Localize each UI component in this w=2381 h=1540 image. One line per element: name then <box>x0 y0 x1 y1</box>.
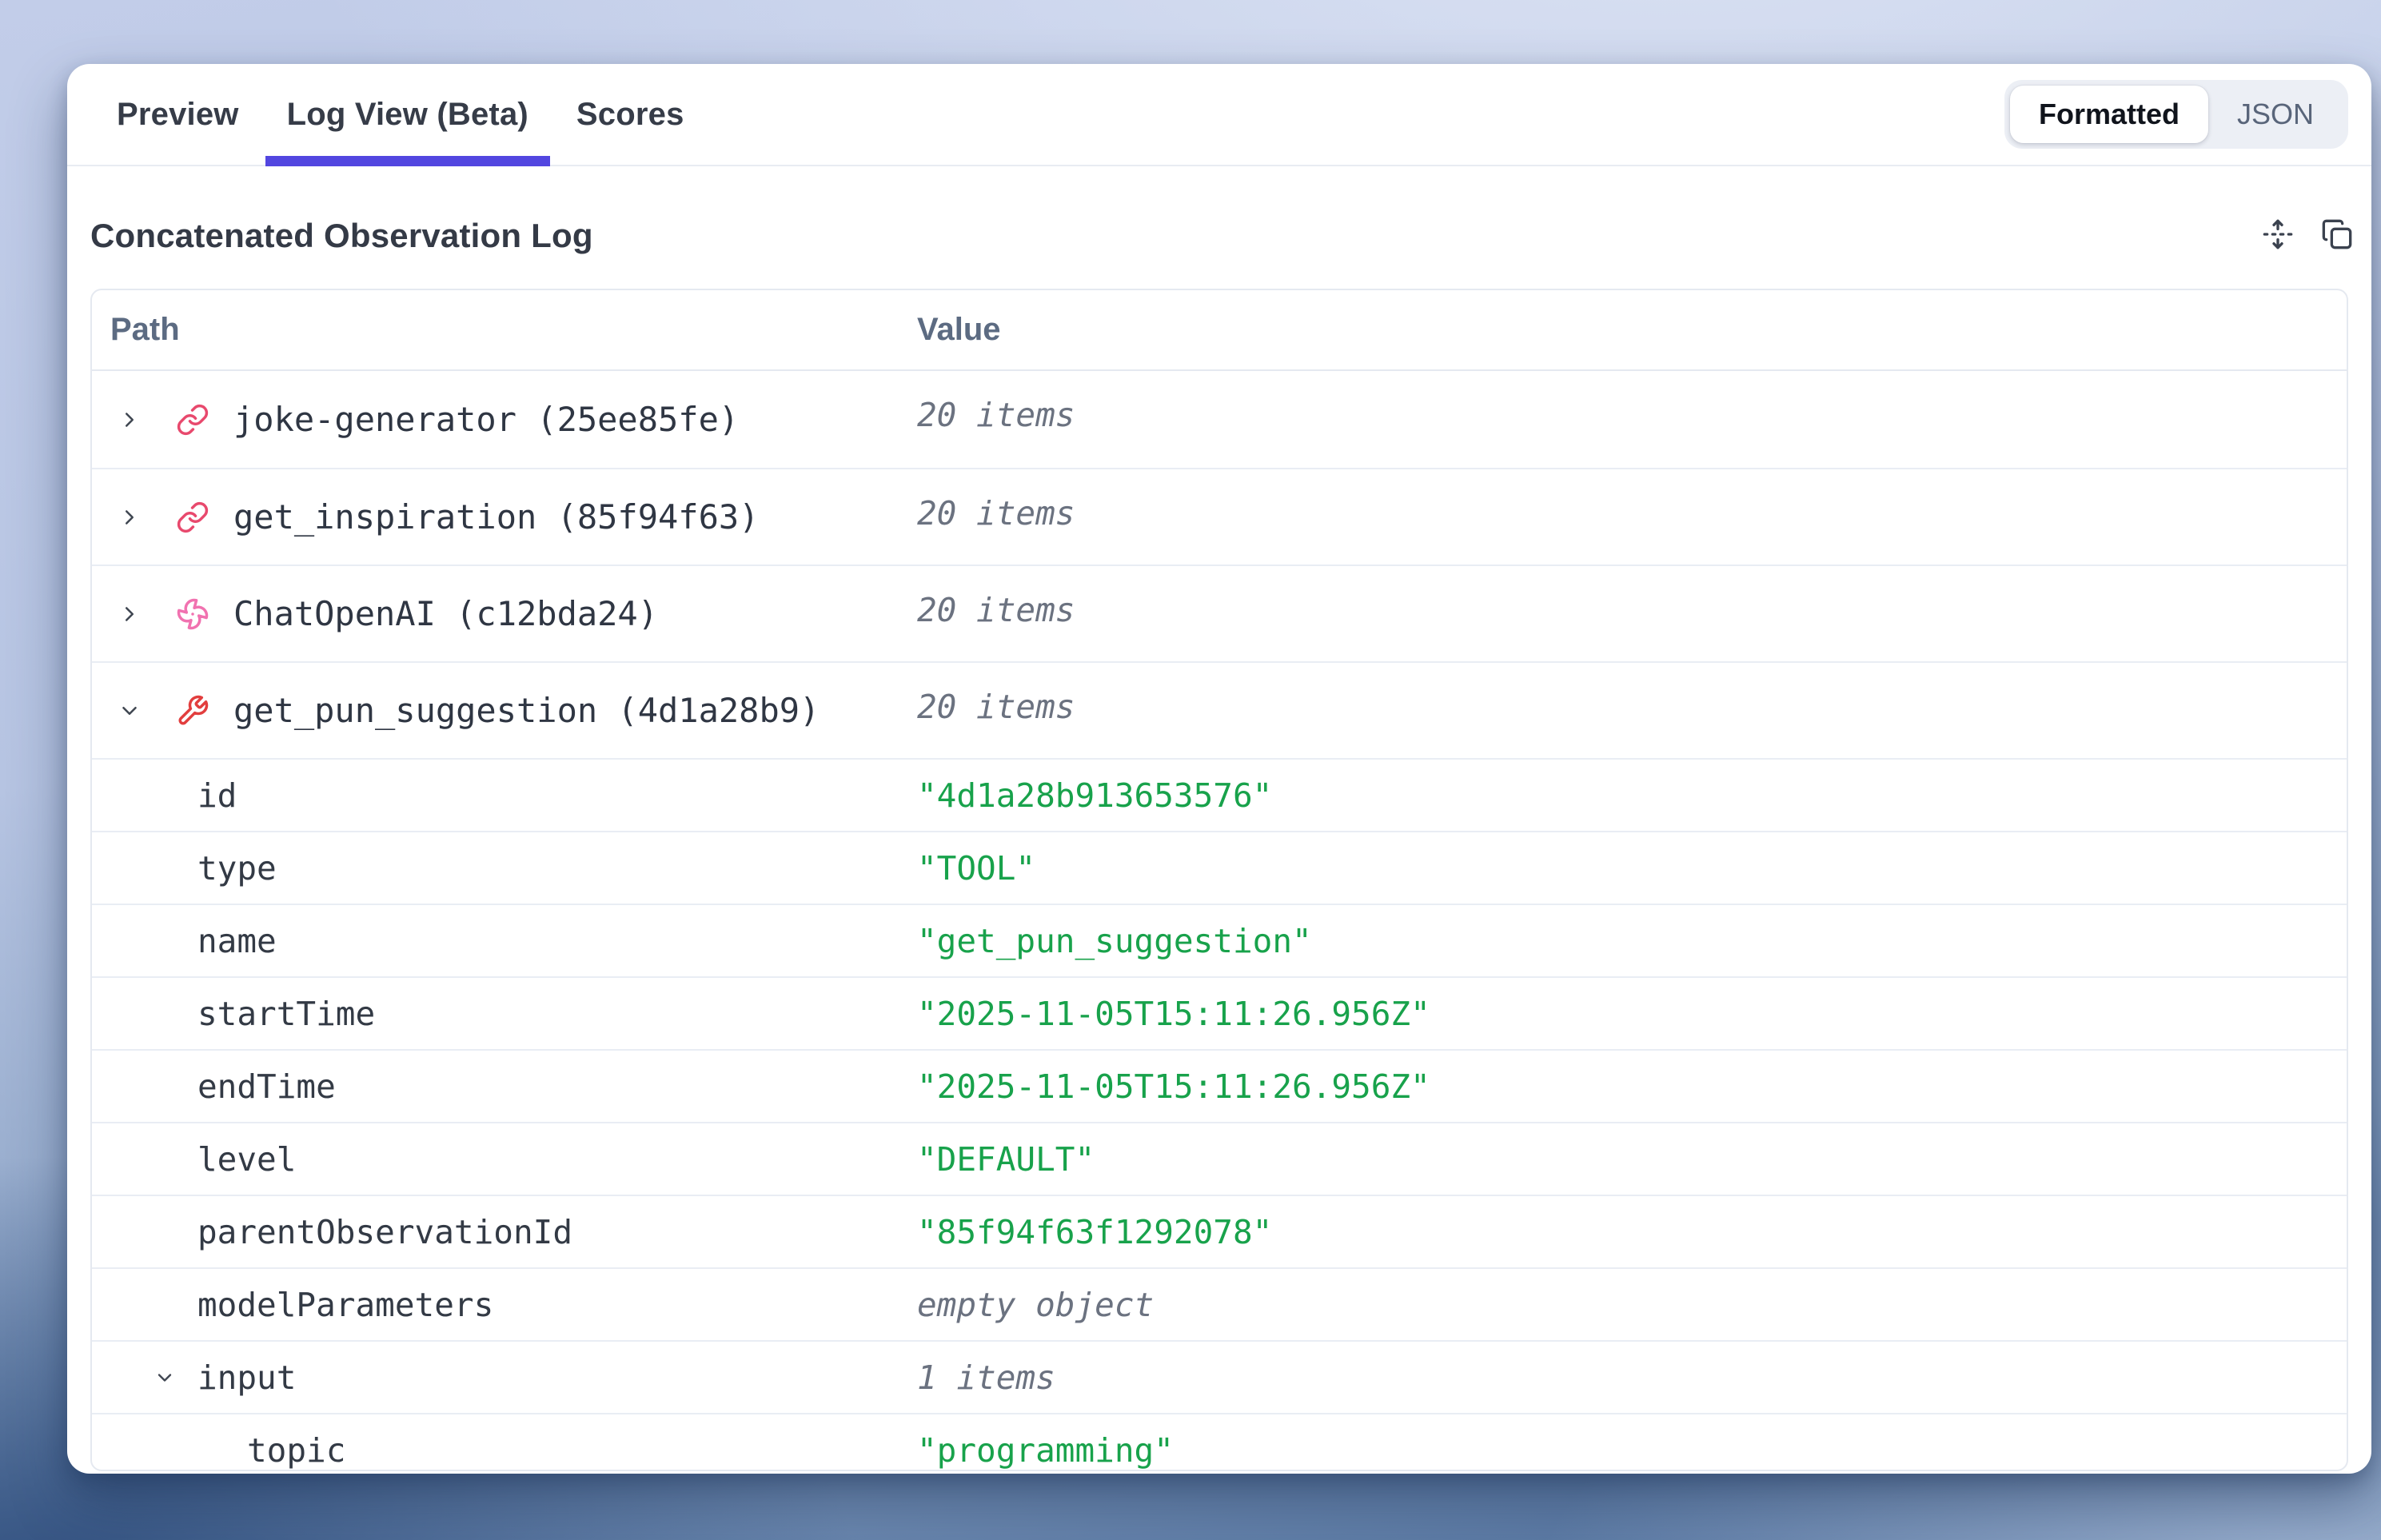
chevron-right-icon[interactable] <box>118 505 142 529</box>
value-cell: 20 items <box>917 469 2347 533</box>
log-table: Path Value joke-generator (25ee85fe) 20 i… <box>90 289 2348 1471</box>
path-cell: get_pun_suggestion (4d1a28b9) <box>92 663 917 758</box>
table-row[interactable]: get_pun_suggestion (4d1a28b9) 20 items <box>92 661 2347 758</box>
value-cell: "2025-11-05T15:11:26.956Z" <box>917 1067 2347 1107</box>
column-header-path: Path <box>92 312 917 348</box>
value-cell: empty object <box>917 1285 2347 1325</box>
path-cell: type <box>92 849 917 888</box>
path-cell: modelParameters <box>92 1286 917 1324</box>
tab-bar: Preview Log View (Beta) Scores Formatted… <box>67 64 2371 166</box>
value-cell: "programming" <box>917 1430 2347 1470</box>
page-title: Concatenated Observation Log <box>90 217 593 255</box>
tab-log-view[interactable]: Log View (Beta) <box>265 64 550 165</box>
table-row: id "4d1a28b913653576" <box>92 758 2347 831</box>
column-header-value: Value <box>917 312 2347 348</box>
head-actions <box>2260 218 2355 253</box>
chevron-down-icon[interactable] <box>118 699 142 723</box>
row-label: input <box>197 1358 296 1397</box>
path-cell: endTime <box>92 1067 917 1106</box>
table-body: joke-generator (25ee85fe)20 itemsget_ins… <box>92 371 2347 1471</box>
row-label: joke-generator (25ee85fe) <box>233 400 739 439</box>
link-icon <box>176 403 209 437</box>
table-row[interactable]: get_inspiration (85f94f63) 20 items <box>92 468 2347 565</box>
value-cell: 20 items <box>917 566 2347 630</box>
value-cell: "2025-11-05T15:11:26.956Z" <box>917 994 2347 1034</box>
table-row: startTime "2025-11-05T15:11:26.956Z" <box>92 976 2347 1049</box>
value-cell: 1 items <box>917 1358 2347 1398</box>
path-cell: startTime <box>92 995 917 1033</box>
fan-icon <box>176 597 209 631</box>
link-icon <box>176 501 209 534</box>
path-cell: parentObservationId <box>92 1213 917 1251</box>
row-label: endTime <box>197 1067 336 1106</box>
unfold-vertical-icon <box>2262 218 2294 254</box>
table-header: Path Value <box>92 290 2347 371</box>
value-cell: "DEFAULT" <box>917 1139 2347 1179</box>
row-label: name <box>197 922 277 960</box>
tabs: Preview Log View (Beta) Scores <box>95 64 706 165</box>
row-label: modelParameters <box>197 1286 493 1324</box>
table-row[interactable]: joke-generator (25ee85fe) 20 items <box>92 371 2347 468</box>
table-row: parentObservationId "85f94f63f1292078" <box>92 1195 2347 1267</box>
copy-icon <box>2321 218 2353 254</box>
value-cell: "4d1a28b913653576" <box>917 776 2347 816</box>
tab-preview[interactable]: Preview <box>95 64 261 165</box>
table-row: level "DEFAULT" <box>92 1122 2347 1195</box>
row-label: topic <box>247 1431 345 1470</box>
section-head: Concatenated Observation Log <box>90 211 2348 261</box>
desktop-background: { "tabs": [ { "label": "Preview", "activ… <box>0 0 2381 1540</box>
format-option-formatted[interactable]: Formatted <box>2010 86 2208 143</box>
table-row: topic "programming" <box>92 1413 2347 1471</box>
row-label: get_pun_suggestion (4d1a28b9) <box>233 691 820 730</box>
value-cell: "85f94f63f1292078" <box>917 1212 2347 1252</box>
format-option-json[interactable]: JSON <box>2208 86 2343 143</box>
wrench-icon <box>176 694 209 728</box>
path-cell: joke-generator (25ee85fe) <box>92 371 917 468</box>
value-cell: "TOOL" <box>917 848 2347 888</box>
format-toggle: Formatted JSON <box>2004 80 2348 149</box>
chevron-right-icon[interactable] <box>118 602 142 626</box>
chevron-right-icon[interactable] <box>118 408 142 432</box>
table-row[interactable]: ChatOpenAI (c12bda24) 20 items <box>92 565 2347 661</box>
path-cell: name <box>92 922 917 960</box>
copy-button[interactable] <box>2319 218 2355 253</box>
path-cell: ChatOpenAI (c12bda24) <box>92 566 917 661</box>
table-row[interactable]: input 1 items <box>92 1340 2347 1413</box>
row-label: type <box>197 849 277 888</box>
table-row: endTime "2025-11-05T15:11:26.956Z" <box>92 1049 2347 1122</box>
row-label: ChatOpenAI (c12bda24) <box>233 594 658 633</box>
path-cell: input <box>92 1358 917 1397</box>
row-label: parentObservationId <box>197 1213 572 1251</box>
tab-scores[interactable]: Scores <box>555 64 706 165</box>
table-row: name "get_pun_suggestion" <box>92 904 2347 976</box>
value-cell: "get_pun_suggestion" <box>917 921 2347 961</box>
path-cell: id <box>92 776 917 815</box>
row-label: level <box>197 1140 296 1179</box>
row-label: startTime <box>197 995 375 1033</box>
value-cell: 20 items <box>917 371 2347 435</box>
path-cell: topic <box>92 1431 917 1470</box>
expand-all-button[interactable] <box>2260 218 2295 253</box>
table-row: type "TOOL" <box>92 831 2347 904</box>
table-row: modelParameters empty object <box>92 1267 2347 1340</box>
chevron-down-icon[interactable] <box>154 1366 176 1389</box>
path-cell: get_inspiration (85f94f63) <box>92 469 917 565</box>
trace-panel: Preview Log View (Beta) Scores Formatted… <box>67 64 2371 1474</box>
path-cell: level <box>92 1140 917 1179</box>
value-cell: 20 items <box>917 663 2347 727</box>
row-label: id <box>197 776 237 815</box>
row-label: get_inspiration (85f94f63) <box>233 497 759 537</box>
